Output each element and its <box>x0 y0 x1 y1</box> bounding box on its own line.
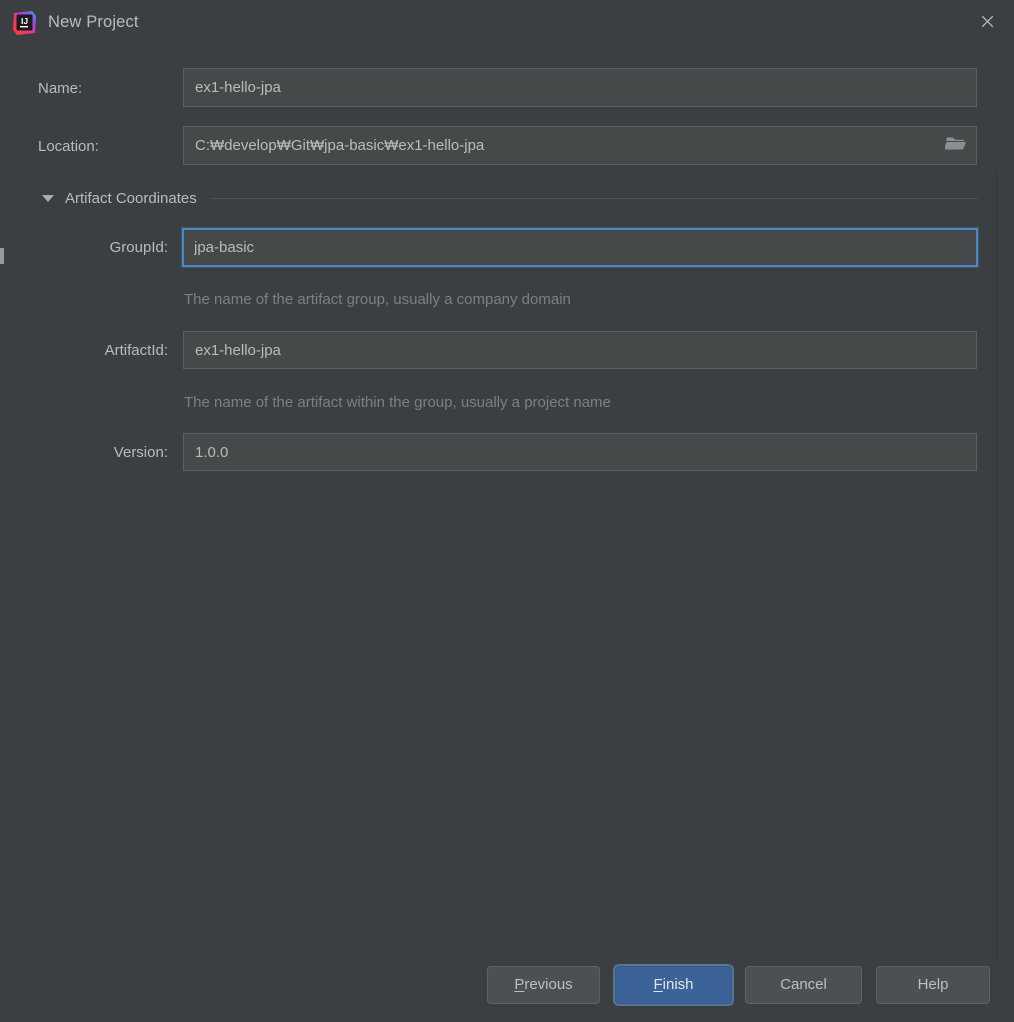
new-project-dialog: IJ New Project Name: Location: Artifact … <box>0 0 1014 1022</box>
finish-button-label: inish <box>662 976 694 993</box>
artifact-coordinates-title: Artifact Coordinates <box>65 189 197 207</box>
name-input[interactable] <box>183 68 977 107</box>
name-label: Name: <box>38 80 83 97</box>
finish-button[interactable]: Finish <box>615 966 732 1004</box>
previous-button[interactable]: Previous <box>487 966 600 1004</box>
page-title: New Project <box>48 13 139 31</box>
groupid-hint: The name of the artifact group, usually … <box>184 291 571 308</box>
previous-button-mnemonic: P <box>514 976 525 993</box>
intellij-idea-icon: IJ <box>12 10 38 36</box>
artifact-coordinates-section-header[interactable]: Artifact Coordinates <box>42 186 978 210</box>
dialog-titlebar: IJ New Project <box>0 0 1014 45</box>
location-label: Location: <box>38 138 99 155</box>
groupid-label: GroupId: <box>109 239 168 256</box>
location-browse-button[interactable] <box>936 127 976 164</box>
svg-text:IJ: IJ <box>21 16 28 26</box>
artifactid-input[interactable] <box>183 331 977 369</box>
location-input[interactable] <box>183 126 977 165</box>
artifactid-label: ArtifactId: <box>104 342 168 359</box>
help-button[interactable]: Help <box>876 966 990 1004</box>
cancel-button[interactable]: Cancel <box>745 966 862 1004</box>
section-separator <box>210 197 978 199</box>
folder-icon <box>943 134 967 157</box>
version-input[interactable] <box>183 433 977 471</box>
finish-button-mnemonic: F <box>653 976 663 993</box>
groupid-input[interactable] <box>182 228 978 267</box>
previous-button-label: revious <box>524 976 573 993</box>
content-right-divider <box>996 170 997 960</box>
background-window-sliver <box>0 248 4 264</box>
version-label: Version: <box>113 444 168 461</box>
artifactid-hint: The name of the artifact within the grou… <box>184 394 611 411</box>
chevron-down-icon <box>42 194 54 202</box>
close-icon[interactable] <box>970 6 1004 36</box>
